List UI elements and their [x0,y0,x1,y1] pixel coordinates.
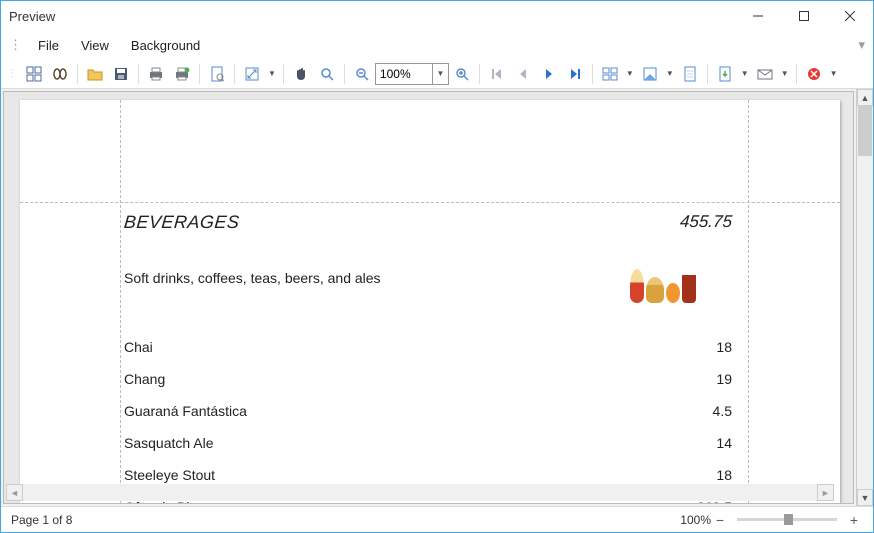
zoom-label: 100% [680,513,711,527]
zoom-out-button[interactable] [350,62,374,86]
close-button[interactable] [827,1,873,31]
menu-file[interactable]: File [28,34,69,57]
multipage-dropdown[interactable]: ▼ [623,69,637,78]
save-button[interactable] [109,62,133,86]
page-indicator: Page 1 of 8 [11,513,72,527]
product-price: 4.5 [713,403,732,419]
product-price: 18 [716,467,732,483]
table-row: Chai 18 [124,331,750,363]
product-name: Chang [124,371,165,387]
vertical-scrollbar[interactable]: ▲ ▼ [856,89,873,506]
zoom-slider-track[interactable] [737,518,837,521]
content-area: Beverages 455.75 Soft drinks, coffees, t… [1,89,873,506]
scroll-up-icon[interactable]: ▲ [857,89,873,106]
table-row: Chang 19 [124,363,750,395]
product-name: Sasquatch Ale [124,435,214,451]
report-body: Beverages 455.75 Soft drinks, coffees, t… [124,212,750,504]
table-row: Sasquatch Ale 14 [124,427,750,459]
scroll-right-icon[interactable]: ► [817,484,834,501]
product-name: Steeleye Stout [124,467,215,483]
email-dropdown[interactable]: ▼ [778,69,792,78]
product-rows: Chai 18 Chang 19 Guaraná Fantástica 4.5 Sas… [124,331,750,504]
menubar-overflow[interactable]: ▾ [850,37,873,53]
quick-print-button[interactable] [170,62,194,86]
thumbnails-button[interactable] [22,62,46,86]
first-page-button[interactable] [485,62,509,86]
multipage-button[interactable] [598,62,622,86]
scale-dropdown[interactable]: ▼ [265,69,279,78]
zoom-slider-thumb[interactable] [784,514,793,525]
next-page-button[interactable] [537,62,561,86]
toolbar: ⋮ ▼ ▼ [1,59,873,89]
last-page-button[interactable] [563,62,587,86]
margin-guide-top [20,202,840,203]
titlebar: Preview [1,1,873,31]
minimize-button[interactable] [735,1,781,31]
page-setup-button[interactable] [205,62,229,86]
maximize-button[interactable] [781,1,827,31]
horizontal-scrollbar[interactable]: ◄ ► [6,484,834,501]
menu-background[interactable]: Background [121,34,210,57]
product-price: 19 [716,371,732,387]
zoom-slider: − + [711,513,863,527]
magnifier-button[interactable] [315,62,339,86]
zoom-plus-button[interactable]: + [845,513,863,527]
product-price: 14 [716,435,732,451]
category-image [616,253,710,303]
menubar: ⋮ File View Background ▾ [1,31,873,59]
category-name: Beverages [123,212,240,233]
watermark-button[interactable] [678,62,702,86]
margin-guide-left [120,100,121,504]
table-row: Guaraná Fantástica 4.5 [124,395,750,427]
scroll-down-icon[interactable]: ▼ [857,489,873,506]
print-button[interactable] [144,62,168,86]
zoom-dropdown[interactable]: ▼ [433,63,449,85]
close-preview-button[interactable] [802,62,826,86]
zoom-input[interactable] [375,63,433,85]
find-button[interactable] [48,62,72,86]
prev-page-button[interactable] [511,62,535,86]
background-color-dropdown[interactable]: ▼ [663,69,677,78]
preview-stage[interactable]: Beverages 455.75 Soft drinks, coffees, t… [3,91,854,504]
scroll-thumb[interactable] [858,106,872,156]
window-title: Preview [9,9,735,24]
email-button[interactable] [753,62,777,86]
scroll-left-icon[interactable]: ◄ [6,484,23,501]
category-total: 455.75 [679,212,733,232]
page: Beverages 455.75 Soft drinks, coffees, t… [20,100,840,504]
menu-view[interactable]: View [71,34,119,57]
export-dropdown[interactable]: ▼ [738,69,752,78]
pan-button[interactable] [289,62,313,86]
background-color-button[interactable] [638,62,662,86]
product-name: Chai [124,339,153,355]
zoom-minus-button[interactable]: − [711,513,729,527]
statusbar: Page 1 of 8 100% − + [1,506,873,532]
menubar-grip: ⋮ [9,37,22,53]
close-preview-dropdown[interactable]: ▼ [827,69,841,78]
scale-button[interactable] [240,62,264,86]
toolbar-grip: ⋮ [7,68,17,79]
zoom-in-button[interactable] [450,62,474,86]
category-description: Soft drinks, coffees, teas, beers, and a… [124,270,381,286]
export-button[interactable] [713,62,737,86]
product-price: 18 [716,339,732,355]
product-name: Guaraná Fantástica [124,403,247,419]
open-button[interactable] [83,62,107,86]
